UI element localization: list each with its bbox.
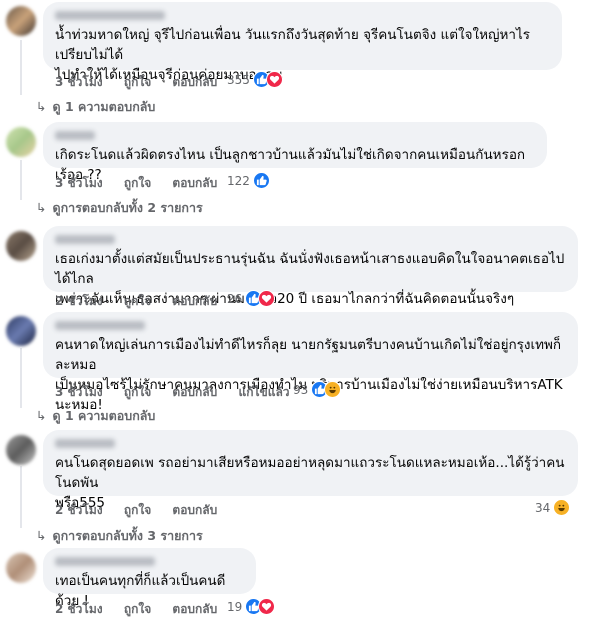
avatar[interactable] <box>6 6 36 36</box>
comment-actions: 2 ชั่วโมง ถูกใจ ตอบกลับ <box>55 600 234 619</box>
like-button[interactable]: ถูกใจ <box>124 294 151 308</box>
like-button[interactable]: ถูกใจ <box>124 503 151 517</box>
author-name[interactable] <box>55 131 95 140</box>
reply-button[interactable]: ตอบกลับ <box>172 176 217 190</box>
timestamp[interactable]: 3 ชั่วโมง <box>55 385 103 399</box>
reply-button[interactable]: ตอบกลับ <box>172 75 217 89</box>
view-replies-label: ดู 1 ความตอบกลับ <box>52 408 156 423</box>
love-icon <box>265 71 283 88</box>
comment-actions: 3 ชั่วโมง ถูกใจ ตอบกลับ แก้ไขแล้ว <box>55 383 307 402</box>
author-name[interactable] <box>55 439 115 448</box>
love-icon <box>258 290 276 307</box>
comment-bubble: คนโนดสุดยอดเพ รถอย่ามาเสียหรือหมออย่าหลุ… <box>43 430 578 511</box>
reaction-count: 122 <box>227 173 250 188</box>
view-replies-link[interactable]: ↳ ดู 1 ความตอบกลับ <box>36 406 155 426</box>
comment-actions: 2 ชั่วโมง ถูกใจ ตอบกลับ <box>55 501 234 520</box>
avatar[interactable] <box>6 231 36 261</box>
timestamp[interactable]: 3 ชั่วโมง <box>55 176 103 190</box>
haha-icon <box>324 381 342 398</box>
avatar[interactable] <box>6 435 36 465</box>
like-button[interactable]: ถูกใจ <box>124 602 151 616</box>
reply-arrow-icon: ↳ <box>36 200 47 215</box>
avatar[interactable] <box>6 127 36 157</box>
view-replies-link[interactable]: ↳ ดูการตอบกลับทั้ง 3 รายการ <box>36 526 203 546</box>
comment-bubble: เกิดระโนดแล้วผิดตรงไหน เป็นลูกชาวบ้านแล้… <box>43 122 547 183</box>
reaction-count: 19 <box>227 599 243 614</box>
comment-bubble: คนหาดใหญ่เล่นการเมืองไม่ทำดีไหรก็ลุย นาย… <box>43 312 578 413</box>
edited-label[interactable]: แก้ไขแล้ว <box>238 385 289 399</box>
reaction-count: 26 <box>227 291 243 306</box>
view-replies-label: ดูการตอบกลับทั้ง 2 รายการ <box>52 200 203 215</box>
reply-arrow-icon: ↳ <box>36 408 47 423</box>
reaction-summary[interactable]: 26 <box>227 290 276 307</box>
reply-button[interactable]: ตอบกลับ <box>172 385 217 399</box>
reply-arrow-icon: ↳ <box>36 99 47 114</box>
timestamp[interactable]: 2 ชั่วโมง <box>55 602 103 616</box>
avatar[interactable] <box>6 316 36 346</box>
view-replies-link[interactable]: ↳ ดูการตอบกลับทั้ง 2 รายการ <box>36 198 203 218</box>
like-button[interactable]: ถูกใจ <box>124 75 151 89</box>
comment-bubble: น้ำท่วมหาดใหญ่ จุรีไปก่อนเพื่อน วันแรกถึ… <box>43 2 562 83</box>
comment-text: คนหาดใหญ่เล่นการเมืองไม่ทำดีไหรก็ลุย นาย… <box>55 337 563 413</box>
reaction-count: 355 <box>227 72 250 87</box>
reply-arrow-icon: ↳ <box>36 528 47 543</box>
comment-bubble: เทอเป็นคนทุกที่ก็แล้วเป็นคนดีด้วย ! <box>43 548 256 609</box>
avatar[interactable] <box>6 553 36 583</box>
view-replies-label: ดูการตอบกลับทั้ง 3 รายการ <box>52 528 203 543</box>
comment-bubble: เธอเก่งมาตั้งแต่สมัยเป็นประธานรุ่นฉัน ฉั… <box>43 226 578 307</box>
reaction-summary[interactable]: 122 <box>227 172 270 189</box>
reaction-count: 34 <box>535 500 551 515</box>
reply-button[interactable]: ตอบกลับ <box>172 503 217 517</box>
reply-button[interactable]: ตอบกลับ <box>172 294 217 308</box>
thread-line <box>20 466 22 528</box>
reaction-summary[interactable]: 93 <box>293 381 342 398</box>
reaction-summary[interactable]: 19 <box>227 598 276 615</box>
like-icon <box>252 172 270 189</box>
comment-actions: 3 ชั่วโมง ถูกใจ ตอบกลับ <box>55 174 234 193</box>
comment-actions: 2 ชั่วโมง ถูกใจ ตอบกลับ <box>55 292 234 311</box>
reaction-count: 93 <box>293 382 309 397</box>
comment-actions: 3 ชั่วโมง ถูกใจ ตอบกลับ <box>55 73 234 92</box>
haha-icon <box>553 499 571 516</box>
like-button[interactable]: ถูกใจ <box>124 176 151 190</box>
author-name[interactable] <box>55 321 145 330</box>
author-name[interactable] <box>55 235 115 244</box>
timestamp[interactable]: 2 ชั่วโมง <box>55 294 103 308</box>
like-button[interactable]: ถูกใจ <box>124 385 151 399</box>
thread-line <box>20 348 22 408</box>
reply-button[interactable]: ตอบกลับ <box>172 602 217 616</box>
author-name[interactable] <box>55 11 165 20</box>
thread-line <box>20 160 22 200</box>
timestamp[interactable]: 3 ชั่วโมง <box>55 75 103 89</box>
reaction-summary[interactable]: 34 <box>535 499 571 516</box>
view-replies-label: ดู 1 ความตอบกลับ <box>52 99 156 114</box>
author-name[interactable] <box>55 557 155 566</box>
thread-line <box>20 40 22 95</box>
timestamp[interactable]: 2 ชั่วโมง <box>55 503 103 517</box>
reaction-summary[interactable]: 355 <box>227 71 283 88</box>
love-icon <box>258 598 276 615</box>
view-replies-link[interactable]: ↳ ดู 1 ความตอบกลับ <box>36 97 155 117</box>
